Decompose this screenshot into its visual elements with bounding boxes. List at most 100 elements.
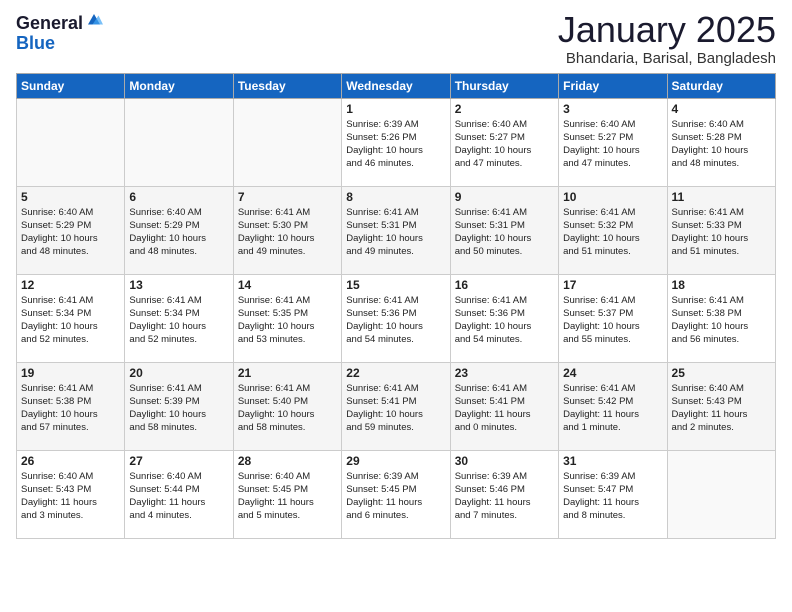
cell-content: Sunset: 5:27 PM <box>455 132 525 143</box>
cell-data: Sunrise: 6:41 AMSunset: 5:31 PMDaylight:… <box>455 206 554 259</box>
cell-content: Sunrise: 6:39 AM <box>346 119 418 130</box>
cell-data: Sunrise: 6:41 AMSunset: 5:38 PMDaylight:… <box>672 294 771 347</box>
cell-content: Sunrise: 6:40 AM <box>238 471 310 482</box>
table-row: 20Sunrise: 6:41 AMSunset: 5:39 PMDayligh… <box>125 362 233 450</box>
calendar-body: 1Sunrise: 6:39 AMSunset: 5:26 PMDaylight… <box>17 98 776 538</box>
cell-data: Sunrise: 6:41 AMSunset: 5:38 PMDaylight:… <box>21 382 120 435</box>
cell-content: Sunrise: 6:41 AM <box>346 383 418 394</box>
table-row: 31 Sunrise: 6:39 AMSunset: 5:47 PMDayligh… <box>559 450 667 538</box>
cell-content: Sunset: 5:31 PM <box>455 220 525 231</box>
cell-data: Sunrise: 6:41 AMSunset: 5:42 PMDaylight:… <box>563 382 662 435</box>
day-number: 16 <box>455 278 554 292</box>
cell-content: Sunrise: 6:41 AM <box>455 295 527 306</box>
cell-data: Sunrise: 6:39 AMSunset: 5:47 PMDaylight:… <box>563 470 662 523</box>
table-row: 22Sunrise: 6:41 AMSunset: 5:41 PMDayligh… <box>342 362 450 450</box>
cell-content: and 54 minutes. <box>346 334 414 345</box>
table-row: 13Sunrise: 6:41 AMSunset: 5:34 PMDayligh… <box>125 274 233 362</box>
cell-content: Sunrise: 6:41 AM <box>346 207 418 218</box>
table-row: 10Sunrise: 6:41 AMSunset: 5:32 PMDayligh… <box>559 186 667 274</box>
cell-content: Sunset: 5:34 PM <box>21 308 91 319</box>
day-number: 3 <box>563 102 662 116</box>
cell-content: Daylight: 11 hours <box>563 409 639 420</box>
table-row: 26Sunrise: 6:40 AMSunset: 5:43 PMDayligh… <box>17 450 125 538</box>
header: General Blue January 2025 Bhandaria, Bar… <box>16 10 776 67</box>
cell-content: Sunset: 5:43 PM <box>672 396 742 407</box>
table-row: 2Sunrise: 6:40 AMSunset: 5:27 PMDaylight… <box>450 98 558 186</box>
table-row: 25Sunrise: 6:40 AMSunset: 5:43 PMDayligh… <box>667 362 775 450</box>
cell-content: Sunset: 5:39 PM <box>129 396 199 407</box>
calendar-week-row: 12Sunrise: 6:41 AMSunset: 5:34 PMDayligh… <box>17 274 776 362</box>
cell-content: and 51 minutes. <box>563 246 631 257</box>
cell-data: Sunrise: 6:41 AMSunset: 5:36 PMDaylight:… <box>346 294 445 347</box>
cell-content: Daylight: 10 hours <box>455 233 532 244</box>
logo-icon <box>85 11 103 29</box>
logo: General Blue <box>16 14 103 54</box>
cell-data: Sunrise: 6:41 AMSunset: 5:33 PMDaylight:… <box>672 206 771 259</box>
header-tuesday: Tuesday <box>233 73 341 98</box>
day-number: 2 <box>455 102 554 116</box>
cell-content: Daylight: 10 hours <box>563 145 640 156</box>
cell-content: Sunset: 5:30 PM <box>238 220 308 231</box>
day-number: 12 <box>21 278 120 292</box>
day-number: 24 <box>563 366 662 380</box>
cell-content: Sunset: 5:38 PM <box>672 308 742 319</box>
cell-content: Daylight: 10 hours <box>346 233 423 244</box>
table-row: 5Sunrise: 6:40 AMSunset: 5:29 PMDaylight… <box>17 186 125 274</box>
cell-content: Daylight: 10 hours <box>129 321 206 332</box>
cell-content: Daylight: 10 hours <box>346 321 423 332</box>
cell-content: and 54 minutes. <box>455 334 523 345</box>
page: General Blue January 2025 Bhandaria, Bar… <box>0 0 792 612</box>
day-number: 4 <box>672 102 771 116</box>
cell-data: Sunrise: 6:41 AMSunset: 5:36 PMDaylight:… <box>455 294 554 347</box>
cell-content: Sunset: 5:27 PM <box>563 132 633 143</box>
cell-content: Sunrise: 6:40 AM <box>129 207 201 218</box>
day-number: 29 <box>346 454 445 468</box>
cell-content: Daylight: 10 hours <box>563 233 640 244</box>
cell-content: Sunset: 5:36 PM <box>346 308 416 319</box>
cell-content: Sunset: 5:32 PM <box>563 220 633 231</box>
cell-data: Sunrise: 6:41 AMSunset: 5:41 PMDaylight:… <box>455 382 554 435</box>
day-number: 11 <box>672 190 771 204</box>
table-row: 1Sunrise: 6:39 AMSunset: 5:26 PMDaylight… <box>342 98 450 186</box>
day-number: 15 <box>346 278 445 292</box>
header-thursday: Thursday <box>450 73 558 98</box>
cell-content: and 52 minutes. <box>129 334 197 345</box>
cell-content: Sunrise: 6:41 AM <box>672 207 744 218</box>
title-block: January 2025 Bhandaria, Barisal, Banglad… <box>558 10 776 67</box>
table-row: 11 Sunrise: 6:41 AMSunset: 5:33 PMDayligh… <box>667 186 775 274</box>
cell-data: Sunrise: 6:41 AMSunset: 5:30 PMDaylight:… <box>238 206 337 259</box>
cell-content: and 52 minutes. <box>21 334 89 345</box>
cell-content: and 48 minutes. <box>129 246 197 257</box>
title-location: Bhandaria, Barisal, Bangladesh <box>558 50 776 67</box>
cell-data: Sunrise: 6:41 AMSunset: 5:34 PMDaylight:… <box>129 294 228 347</box>
cell-content: Daylight: 10 hours <box>21 321 98 332</box>
cell-content: Sunset: 5:45 PM <box>346 484 416 495</box>
cell-content: Sunrise: 6:40 AM <box>672 383 744 394</box>
table-row: 18Sunrise: 6:41 AMSunset: 5:38 PMDayligh… <box>667 274 775 362</box>
cell-content: Daylight: 11 hours <box>672 409 748 420</box>
cell-content: Daylight: 10 hours <box>238 409 315 420</box>
cell-content: Sunset: 5:38 PM <box>21 396 91 407</box>
cell-content: Sunrise: 6:41 AM <box>21 295 93 306</box>
table-row: 6Sunrise: 6:40 AMSunset: 5:29 PMDaylight… <box>125 186 233 274</box>
table-row: 12 Sunrise: 6:41 AM Sunset: 5:34 PM Dayligh… <box>17 274 125 362</box>
cell-data: Sunrise: 6:39 AMSunset: 5:26 PMDaylight:… <box>346 118 445 171</box>
cell-content: Daylight: 10 hours <box>238 233 315 244</box>
cell-content: and 5 minutes. <box>238 510 300 521</box>
cell-content: Daylight: 10 hours <box>672 145 749 156</box>
cell-content: Daylight: 10 hours <box>346 145 423 156</box>
cell-content: and 59 minutes. <box>346 422 414 433</box>
day-number: 22 <box>346 366 445 380</box>
cell-content: Sunset: 5:28 PM <box>672 132 742 143</box>
cell-content: Sunrise: 6:40 AM <box>21 471 93 482</box>
cell-content: Daylight: 10 hours <box>672 321 749 332</box>
day-number: 30 <box>455 454 554 468</box>
cell-content: Sunset: 5:47 PM <box>563 484 633 495</box>
day-number: 31 <box>563 454 662 468</box>
cell-data: Sunrise: 6:40 AM Sunset: 5:43 PM Daylight:… <box>672 382 771 435</box>
table-row: 9Sunrise: 6:41 AMSunset: 5:31 PMDaylight… <box>450 186 558 274</box>
day-number: 26 <box>21 454 120 468</box>
cell-content: Sunset: 5:40 PM <box>238 396 308 407</box>
cell-content: and 7 minutes. <box>455 510 517 521</box>
day-number: 20 <box>129 366 228 380</box>
